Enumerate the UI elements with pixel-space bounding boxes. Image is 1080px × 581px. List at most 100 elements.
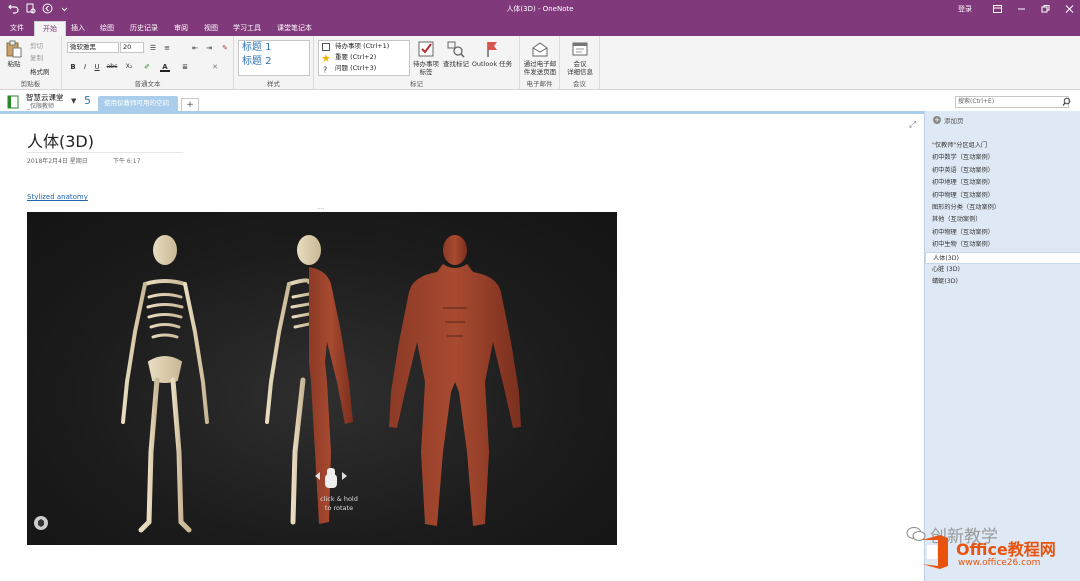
embed-link[interactable]: Stylized anatomy bbox=[27, 193, 88, 201]
underline-button[interactable]: U bbox=[92, 62, 102, 72]
search-input[interactable]: 搜索(Ctrl+E) bbox=[955, 96, 1069, 108]
brand-url: www.office26.com bbox=[958, 558, 1041, 568]
paste-button[interactable]: 粘贴 bbox=[4, 40, 24, 68]
group-label: 电子邮件 bbox=[526, 80, 553, 88]
page-title[interactable]: 人体(3D) bbox=[27, 128, 94, 152]
page-item[interactable]: 初中物理（互动案例） bbox=[925, 190, 1080, 202]
checkbox-icon bbox=[322, 43, 330, 51]
outlook-tasks-button[interactable]: Outlook 任务 bbox=[470, 40, 514, 68]
page-item[interactable]: 图形的分类（互动案例） bbox=[925, 202, 1080, 214]
group-label: 普通文本 bbox=[134, 80, 161, 88]
meeting-details-button[interactable]: 会议 详细信息 bbox=[562, 40, 598, 76]
find-tags-button[interactable]: 查找标记 bbox=[442, 40, 470, 68]
minimize-icon[interactable] bbox=[1009, 2, 1033, 16]
page-item-selected[interactable]: 人体(3D) bbox=[925, 251, 1080, 264]
search-icon[interactable] bbox=[1062, 97, 1071, 108]
3d-model-viewer[interactable]: click & hold to rotate bbox=[27, 212, 617, 545]
page-item[interactable]: 初中物理（互动案例） bbox=[925, 227, 1080, 239]
page-item[interactable]: 初中数学（互动案例） bbox=[925, 152, 1080, 164]
add-section-button[interactable]: + bbox=[181, 98, 199, 111]
viewer-logo-icon bbox=[34, 516, 48, 530]
tab-home[interactable]: 开始 bbox=[34, 21, 66, 36]
tag-question[interactable]: ? 问题 (Ctrl+3) bbox=[319, 63, 409, 75]
notebook-dropdown-icon[interactable]: ▼ bbox=[71, 97, 76, 105]
page-item[interactable]: "仅教师"分区组入门 bbox=[925, 140, 1080, 152]
indent-icon[interactable]: ⇥ bbox=[204, 43, 214, 53]
group-label: 会议 bbox=[573, 80, 586, 88]
office-logo bbox=[918, 534, 952, 570]
page-canvas[interactable]: 人体(3D) 2018年2月4日 星期日 下午 6:17 ⤢ Stylized … bbox=[0, 114, 924, 581]
tab-history[interactable]: 历史记录 bbox=[130, 21, 158, 36]
delete-icon[interactable]: ✕ bbox=[210, 62, 220, 72]
tab-class-notebook[interactable]: 课堂笔记本 bbox=[277, 21, 312, 36]
font-name-dropdown[interactable]: 微软雅黑 bbox=[67, 42, 119, 53]
login-link[interactable]: 登录 bbox=[958, 4, 972, 14]
tab-review[interactable]: 审阅 bbox=[174, 21, 188, 36]
copy-button[interactable]: 复制 bbox=[30, 52, 43, 62]
email-page-button[interactable]: 通过电子邮 件发送页面 bbox=[521, 40, 559, 76]
font-color-icon[interactable]: A bbox=[160, 62, 170, 72]
close-icon[interactable] bbox=[1057, 2, 1080, 16]
tags-gallery[interactable]: 待办事项 (Ctrl+1) 重要 (Ctrl+2) ? 问题 (Ctrl+3) bbox=[318, 40, 410, 76]
rotate-hint: click & hold to rotate bbox=[320, 495, 358, 512]
page-list: "仅教师"分区组入门 初中数学（互动案例） 初中英语（互动案例） 初中地理（互动… bbox=[925, 140, 1080, 289]
bullets-icon[interactable]: ☰ bbox=[148, 43, 158, 53]
embed-drag-handle[interactable]: ···· bbox=[317, 207, 327, 213]
outdent-icon[interactable]: ⇤ bbox=[190, 43, 200, 53]
group-clipboard: 粘贴 剪切 复制 格式刷 剪贴板 bbox=[0, 36, 62, 90]
paste-icon bbox=[5, 40, 23, 58]
italic-button[interactable]: I bbox=[80, 62, 90, 72]
ribbon: 粘贴 剪切 复制 格式刷 剪贴板 微软雅黑 20 ☰ ≡ ⇤ ⇥ ✎ B I U… bbox=[0, 36, 1080, 90]
page-item[interactable]: 初中英语（互动案例） bbox=[925, 165, 1080, 177]
align-icon[interactable]: ≣ bbox=[180, 62, 190, 72]
window-title: 人体(3D) - OneNote bbox=[506, 5, 574, 13]
notebook-bar: 智慧云课堂 _仅限教师 ▼ 5 使用仅教师可用的空间 + bbox=[0, 91, 1080, 111]
tab-view[interactable]: 视图 bbox=[204, 21, 218, 36]
flag-icon bbox=[483, 40, 501, 58]
add-page-button[interactable]: + 添加页 bbox=[933, 115, 964, 125]
style-heading-1[interactable]: 标题 1 bbox=[239, 41, 309, 55]
page-item[interactable]: 初中生物（互动案例） bbox=[925, 239, 1080, 251]
style-heading-2[interactable]: 标题 2 bbox=[239, 55, 309, 69]
checkbox-icon bbox=[417, 40, 435, 58]
bold-button[interactable]: B bbox=[68, 62, 78, 72]
half-skeleton-figure bbox=[265, 235, 353, 525]
section-number: 5 bbox=[84, 94, 91, 107]
cut-button[interactable]: 剪切 bbox=[30, 40, 43, 50]
tag-important[interactable]: 重要 (Ctrl+2) bbox=[319, 52, 409, 63]
email-icon bbox=[531, 40, 549, 58]
notebook-subname: _仅限教师 bbox=[27, 103, 55, 110]
tab-file[interactable]: 文件 bbox=[10, 21, 24, 36]
tab-learning-tools[interactable]: 学习工具 bbox=[233, 21, 261, 36]
page-item[interactable]: 蜻蜓(3D) bbox=[925, 276, 1080, 288]
todo-tag-button[interactable]: 待办事项 标签 bbox=[410, 40, 442, 76]
styles-gallery[interactable]: 标题 1 标题 2 bbox=[238, 40, 310, 76]
highlight-icon[interactable]: ✐ bbox=[142, 62, 152, 72]
muscle-figure bbox=[389, 235, 521, 526]
skeleton-figure bbox=[121, 235, 209, 533]
page-item[interactable]: 初中地理（互动案例） bbox=[925, 177, 1080, 189]
restore-icon[interactable] bbox=[1033, 2, 1057, 16]
clear-format-icon[interactable]: ✎ bbox=[220, 43, 230, 53]
numbering-icon[interactable]: ≡ bbox=[162, 43, 172, 53]
tab-insert[interactable]: 插入 bbox=[71, 21, 85, 36]
page-item[interactable]: 其他（互动案例） bbox=[925, 214, 1080, 226]
title-bar: 人体(3D) - OneNote 登录 bbox=[0, 0, 1080, 18]
page-date: 2018年2月4日 星期日 bbox=[27, 158, 88, 165]
ribbon-display-icon[interactable] bbox=[985, 2, 1009, 16]
section-tab[interactable]: 使用仅教师可用的空间 bbox=[98, 96, 178, 111]
notebook-icon bbox=[6, 95, 20, 111]
ribbon-tabs: 文件 开始 插入 绘图 历史记录 审阅 视图 学习工具 课堂笔记本 bbox=[0, 18, 1080, 36]
strikethrough-button[interactable]: abc bbox=[105, 62, 119, 72]
subscript-button[interactable]: X₂ bbox=[122, 62, 136, 72]
format-painter-button[interactable]: 格式刷 bbox=[30, 66, 50, 76]
tag-todo[interactable]: 待办事项 (Ctrl+1) bbox=[319, 41, 409, 52]
tab-draw[interactable]: 绘图 bbox=[100, 21, 114, 36]
title-underline bbox=[27, 152, 183, 153]
full-page-view-icon[interactable]: ⤢ bbox=[909, 120, 916, 130]
font-size-dropdown[interactable]: 20 bbox=[120, 42, 144, 53]
group-basic-text: 微软雅黑 20 ☰ ≡ ⇤ ⇥ ✎ B I U abc X₂ ✐ A ≣ ✕ 普… bbox=[62, 36, 234, 90]
pages-panel: + 添加页 "仅教师"分区组入门 初中数学（互动案例） 初中英语（互动案例） 初… bbox=[924, 111, 1080, 581]
page-item[interactable]: 心脏 (3D) bbox=[925, 264, 1080, 276]
add-icon: + bbox=[933, 116, 941, 124]
